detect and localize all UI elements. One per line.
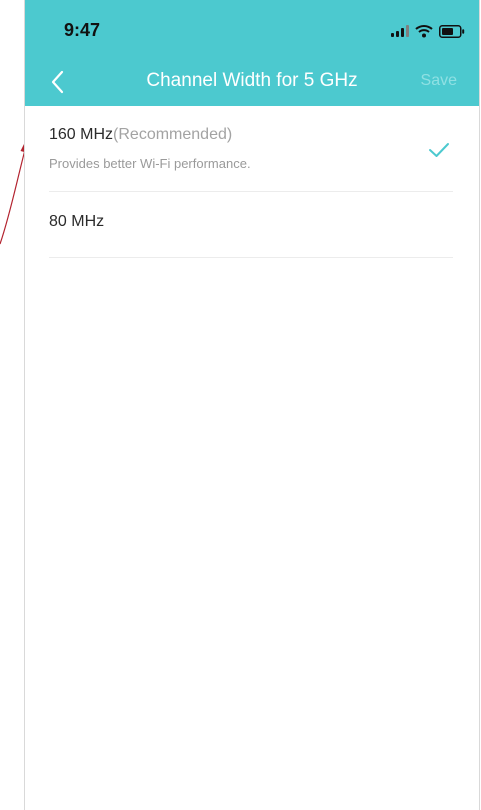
cellular-signal-icon	[391, 25, 409, 37]
status-icons	[391, 23, 465, 39]
channel-width-options: 160 MHz(Recommended) Provides better Wi-…	[49, 106, 453, 258]
save-button[interactable]: Save	[421, 72, 457, 90]
option-description: Provides better Wi-Fi performance.	[49, 156, 251, 171]
screenshot-stage: 9:47 Channel Width for 5 GHz Save 160 MH…	[0, 0, 481, 810]
phone-screen: 9:47 Channel Width for 5 GHz Save 160 MH…	[24, 0, 480, 810]
checkmark-icon	[429, 143, 449, 157]
recommended-tag: (Recommended)	[113, 126, 233, 143]
option-160mhz[interactable]: 160 MHz(Recommended) Provides better Wi-…	[49, 106, 453, 192]
option-80mhz[interactable]: 80 MHz	[49, 192, 453, 258]
battery-icon	[439, 24, 465, 38]
option-label: 80 MHz	[49, 213, 104, 231]
option-value: 160 MHz	[49, 126, 114, 143]
status-time: 9:47	[64, 20, 101, 40]
app-header: 9:47 Channel Width for 5 GHz Save	[25, 0, 479, 106]
page-title: Channel Width for 5 GHz	[146, 70, 358, 91]
option-value: 80 MHz	[49, 213, 105, 230]
wifi-icon	[415, 25, 433, 38]
option-label: 160 MHz(Recommended)	[49, 126, 232, 144]
